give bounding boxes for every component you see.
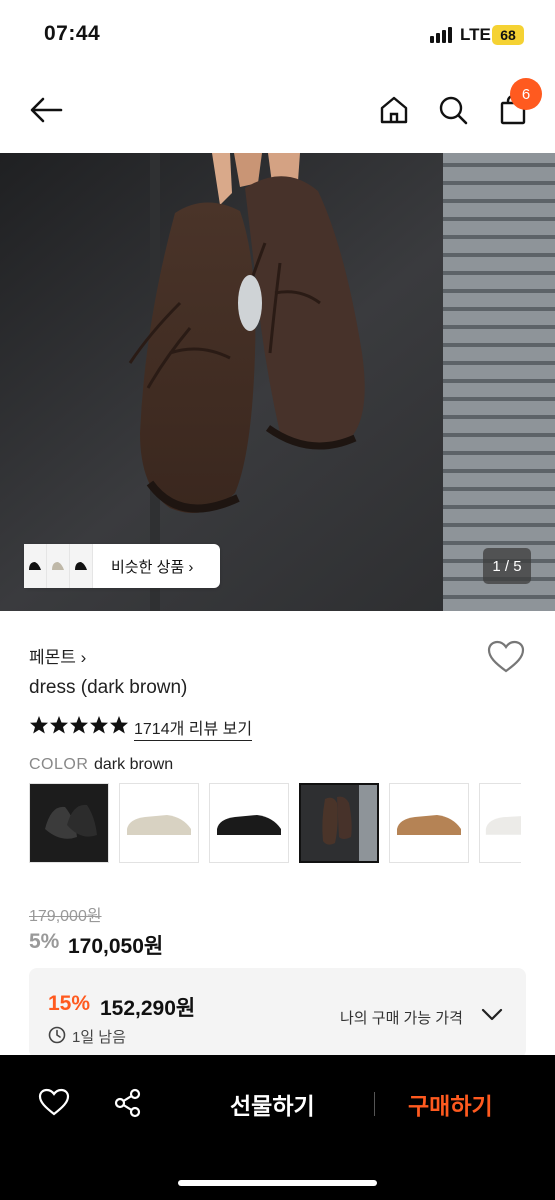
- sale-price: 170,050원: [68, 935, 164, 958]
- product-title: dress (dark brown): [29, 677, 188, 698]
- discount-rate: 5%: [29, 930, 60, 953]
- heart-icon: [38, 1088, 70, 1116]
- swatch-black[interactable]: [209, 783, 289, 863]
- gift-button[interactable]: 선물하기: [230, 1087, 315, 1121]
- share-button[interactable]: [113, 1088, 143, 1123]
- search-icon: [439, 96, 468, 125]
- similar-thumb: [24, 544, 47, 588]
- image-page-indicator: 1 / 5: [483, 548, 531, 584]
- rating-stars: [29, 715, 129, 735]
- coupon-price: 152,290원: [100, 997, 196, 1020]
- home-indicator: [178, 1180, 377, 1186]
- product-photo: [0, 153, 555, 611]
- swatch-image: [127, 815, 191, 835]
- home-icon: [380, 96, 408, 124]
- color-label: COLOR: [29, 756, 89, 773]
- back-button[interactable]: [26, 90, 66, 130]
- brand-link[interactable]: 페몬트 ›: [29, 643, 86, 668]
- chevron-down-icon[interactable]: [481, 1008, 503, 1027]
- my-price-label[interactable]: 나의 구매 가능 가격: [340, 1007, 463, 1028]
- shoe-icon: [75, 562, 87, 570]
- wishlist-button[interactable]: [487, 640, 525, 679]
- signal-icon: [430, 27, 452, 43]
- status-time: 07:44: [44, 22, 101, 45]
- similar-products-label: 비슷한 상품 ›: [111, 558, 194, 576]
- similar-products-button[interactable]: 비슷한 상품 ›: [24, 544, 220, 588]
- swatch-black-photo[interactable]: [29, 783, 109, 863]
- swatch-beige[interactable]: [119, 783, 199, 863]
- coupon-discount-rate: 15%: [48, 992, 91, 1015]
- swatch-image: [217, 815, 281, 835]
- color-swatches: [29, 783, 521, 863]
- review-link[interactable]: 1714개 리뷰 보기: [134, 715, 253, 741]
- shoe-icon: [29, 562, 41, 570]
- swatch-image: [485, 816, 521, 835]
- heart-icon: [487, 640, 525, 673]
- battery-icon: 68: [492, 25, 524, 45]
- clock-icon: [48, 1026, 66, 1049]
- back-arrow-icon: [30, 97, 63, 123]
- swatch-dark-brown[interactable]: [299, 783, 379, 863]
- swatch-image: [397, 815, 461, 835]
- bottom-action-bar: [0, 1055, 555, 1200]
- share-icon: [114, 1088, 141, 1118]
- buy-button[interactable]: 구매하기: [408, 1087, 493, 1121]
- home-button[interactable]: [374, 90, 414, 130]
- button-divider: [374, 1092, 375, 1116]
- star-icons: [30, 716, 128, 734]
- similar-thumb: [47, 544, 70, 588]
- swatch-tan[interactable]: [389, 783, 469, 863]
- product-image[interactable]: [0, 153, 555, 611]
- color-value: dark brown: [94, 756, 174, 773]
- cart-count-badge: 6: [510, 78, 542, 110]
- network-type: LTE: [460, 25, 491, 44]
- swatch-white[interactable]: [479, 783, 521, 863]
- original-price: 179,000원: [29, 908, 102, 925]
- swatch-image: [301, 785, 377, 861]
- similar-thumb: [70, 544, 93, 588]
- coupon-remaining-time: 1일 남음: [72, 1029, 126, 1046]
- bottom-wishlist-button[interactable]: [38, 1088, 70, 1121]
- search-button[interactable]: [433, 90, 473, 130]
- shoe-icon: [52, 562, 64, 570]
- swatch-image: [31, 785, 107, 861]
